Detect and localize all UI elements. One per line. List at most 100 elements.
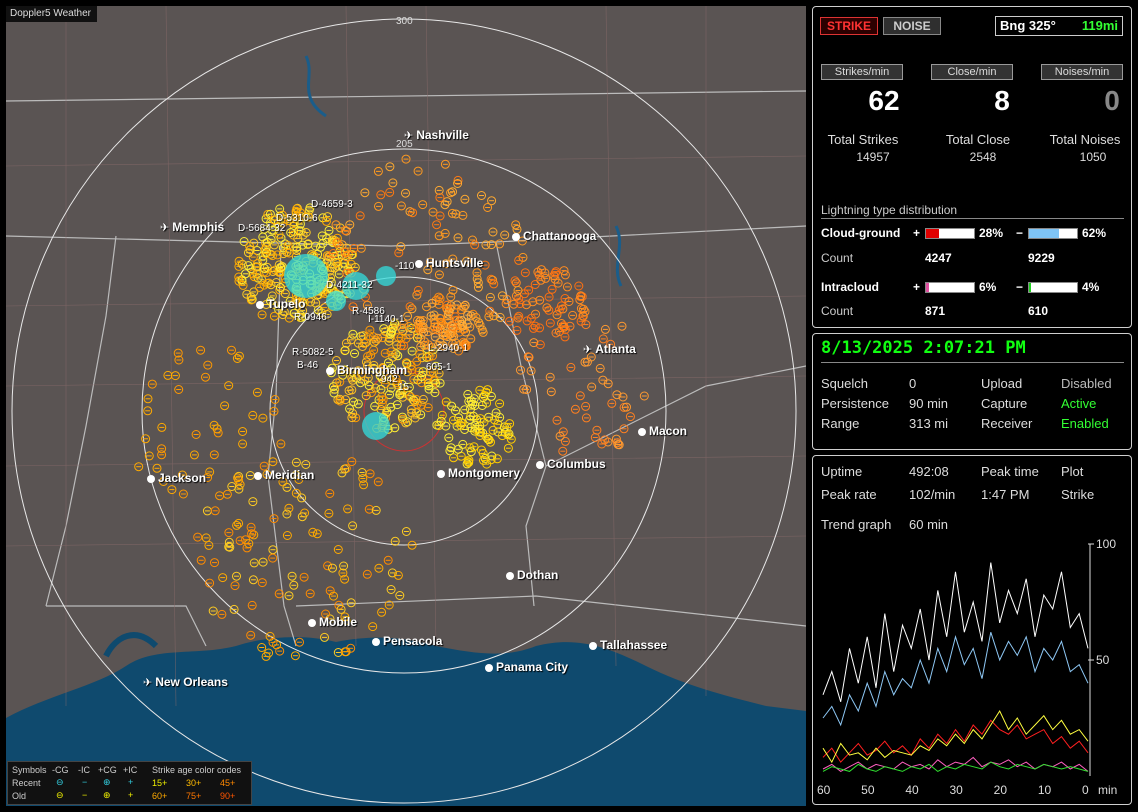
legend-col-pos-cg: +CG: [98, 765, 117, 775]
city-pensacola: Pensacola: [372, 634, 442, 648]
legend-old-pos-cg-symbol: ⊕: [103, 790, 111, 800]
legend-age-30: 30+: [186, 778, 202, 788]
city-macon: Macon: [638, 424, 687, 438]
legend-recent-neg-ic-symbol: −: [82, 777, 88, 787]
storm-cell-label: D-4659-3: [311, 199, 353, 210]
close-per-min-header: Close/min: [931, 64, 1013, 80]
recent-strike-cluster: [362, 412, 390, 440]
legend-symbols-label: Symbols: [12, 765, 47, 775]
city-dot-icon: [638, 428, 646, 436]
trend-graph: 1005060 50 40 30 20 10 0 min: [817, 537, 1117, 797]
city-dot-icon: [256, 301, 264, 309]
total-strikes-label: Total Strikes: [827, 132, 899, 147]
ic-plus-sign: +: [913, 280, 921, 294]
city-dot-icon: [415, 260, 423, 268]
legend-age-90: 90+: [220, 791, 236, 801]
cg-negative-bar: [1028, 228, 1078, 239]
city-jackson: Jackson: [147, 471, 206, 485]
city-label: Memphis: [172, 220, 225, 234]
city-dot-icon: [437, 470, 445, 478]
total-close-value: 2548: [969, 150, 997, 164]
persistence-value: 90 min: [909, 396, 949, 411]
cg-plus-sign: +: [913, 226, 921, 240]
legend-age-75: 75+: [186, 791, 202, 801]
total-close-label: Total Close: [945, 132, 1011, 147]
legend-age-15: 15+: [152, 778, 168, 788]
city-label: Jackson: [158, 471, 207, 485]
total-noises-value: 1050: [1079, 150, 1107, 164]
city-label: Panama City: [496, 660, 569, 674]
storm-cell-label: R-0946-: [294, 312, 331, 323]
squelch-label: Squelch: [821, 376, 868, 391]
cg-count-label: Count: [821, 251, 854, 265]
lightning-map[interactable]: Doppler5 Weather 300 205 ✈ Nashville ✈ Memp…: [6, 6, 806, 806]
city-dot-icon: [147, 475, 155, 483]
city-dot-icon: [485, 664, 493, 672]
city-dot-icon: [308, 619, 316, 627]
app-title: Doppler5 Weather: [6, 6, 97, 22]
trend-x-tick-label: 30: [950, 783, 964, 797]
cg-negative-pct: 62%: [1082, 226, 1107, 240]
distribution-title: Lightning type distribution: [821, 203, 1124, 219]
noises-per-min-value: 0: [1104, 85, 1120, 116]
recent-strike-cluster: [326, 291, 346, 311]
ic-positive-pct: 6%: [979, 280, 997, 294]
city-new-orleans: ✈ New Orleans: [143, 675, 228, 689]
city-dot-icon: [512, 233, 520, 241]
cg-positive-pct: 28%: [979, 226, 1004, 240]
city-dot-icon: [372, 638, 380, 646]
city-label: Tupelo: [267, 297, 306, 311]
storm-cell-label: B-46: [297, 360, 319, 371]
cg-positive-bar: [925, 228, 975, 239]
city-label: Nashville: [416, 128, 469, 142]
trend-x-tick-label: 40: [905, 783, 919, 797]
noises-per-min-header: Noises/min: [1041, 64, 1123, 80]
strikes-per-min-header: Strikes/min: [821, 64, 903, 80]
city-atlanta: ✈ Atlanta: [583, 342, 636, 356]
recent-strike-cluster: [284, 254, 328, 298]
city-meridian: Meridian: [254, 468, 314, 482]
trend-y-tick-label: 50: [1096, 653, 1110, 667]
airport-icon: ✈: [583, 344, 593, 356]
noise-button[interactable]: NOISE: [883, 17, 941, 35]
city-memphis: ✈ Memphis: [160, 220, 224, 234]
range-label: Range: [821, 416, 860, 431]
trend-x-tick-label: 10: [1038, 783, 1052, 797]
city-dot-icon: [254, 472, 262, 480]
legend-recent-neg-cg-symbol: ⊖: [56, 777, 64, 787]
squelch-value: 0: [909, 376, 917, 391]
strike-button[interactable]: STRIKE: [820, 17, 878, 35]
bearing-readout: Bng 325° 119mi: [995, 16, 1123, 36]
legend-col-pos-ic: +IC: [123, 765, 138, 775]
trend-y-tick-label: 100: [1096, 537, 1116, 551]
city-label: New Orleans: [155, 675, 228, 689]
city-label: Huntsville: [426, 256, 484, 270]
city-columbus: Columbus: [536, 457, 606, 471]
legend-old-neg-ic-symbol: −: [82, 790, 88, 800]
total-strikes-value: 14957: [856, 150, 890, 164]
city-tupelo: Tupelo: [256, 297, 305, 311]
cg-negative-count: 9229: [1028, 251, 1055, 265]
city-dot-icon: [536, 461, 544, 469]
map-canvas: [6, 6, 806, 806]
legend-recent-pos-cg-symbol: ⊕: [103, 777, 111, 787]
trend-series-line: [822, 632, 1089, 727]
storm-cell-label: 942: [381, 374, 398, 385]
storm-cell-label: L-2940-1: [428, 343, 469, 354]
city-huntsville: Huntsville: [415, 256, 483, 270]
legend-old-neg-cg-symbol: ⊖: [56, 790, 64, 800]
city-montgomery: Montgomery: [437, 466, 520, 480]
city-label: Montgomery: [448, 466, 520, 480]
city-dot-icon: [326, 367, 334, 375]
close-per-min-value: 8: [994, 85, 1010, 116]
city-nashville: ✈ Nashville: [404, 128, 469, 142]
stats-panel: STRIKE NOISE Bng 325° 119mi Strikes/min …: [812, 6, 1132, 328]
trend-panel: Uptime 492:08 Peak time Plot Peak rate 1…: [812, 455, 1132, 805]
ic-negative-count: 610: [1028, 304, 1049, 318]
city-label: Pensacola: [383, 634, 443, 648]
city-label: Mobile: [319, 615, 357, 629]
symbol-legend: Symbols -CG -IC +CG +IC Strike age color…: [7, 761, 252, 805]
persistence-label: Persistence: [821, 396, 889, 411]
storm-cell-label: D-5684-32: [238, 223, 286, 234]
legend-recent-pos-ic-symbol: +: [128, 777, 134, 787]
